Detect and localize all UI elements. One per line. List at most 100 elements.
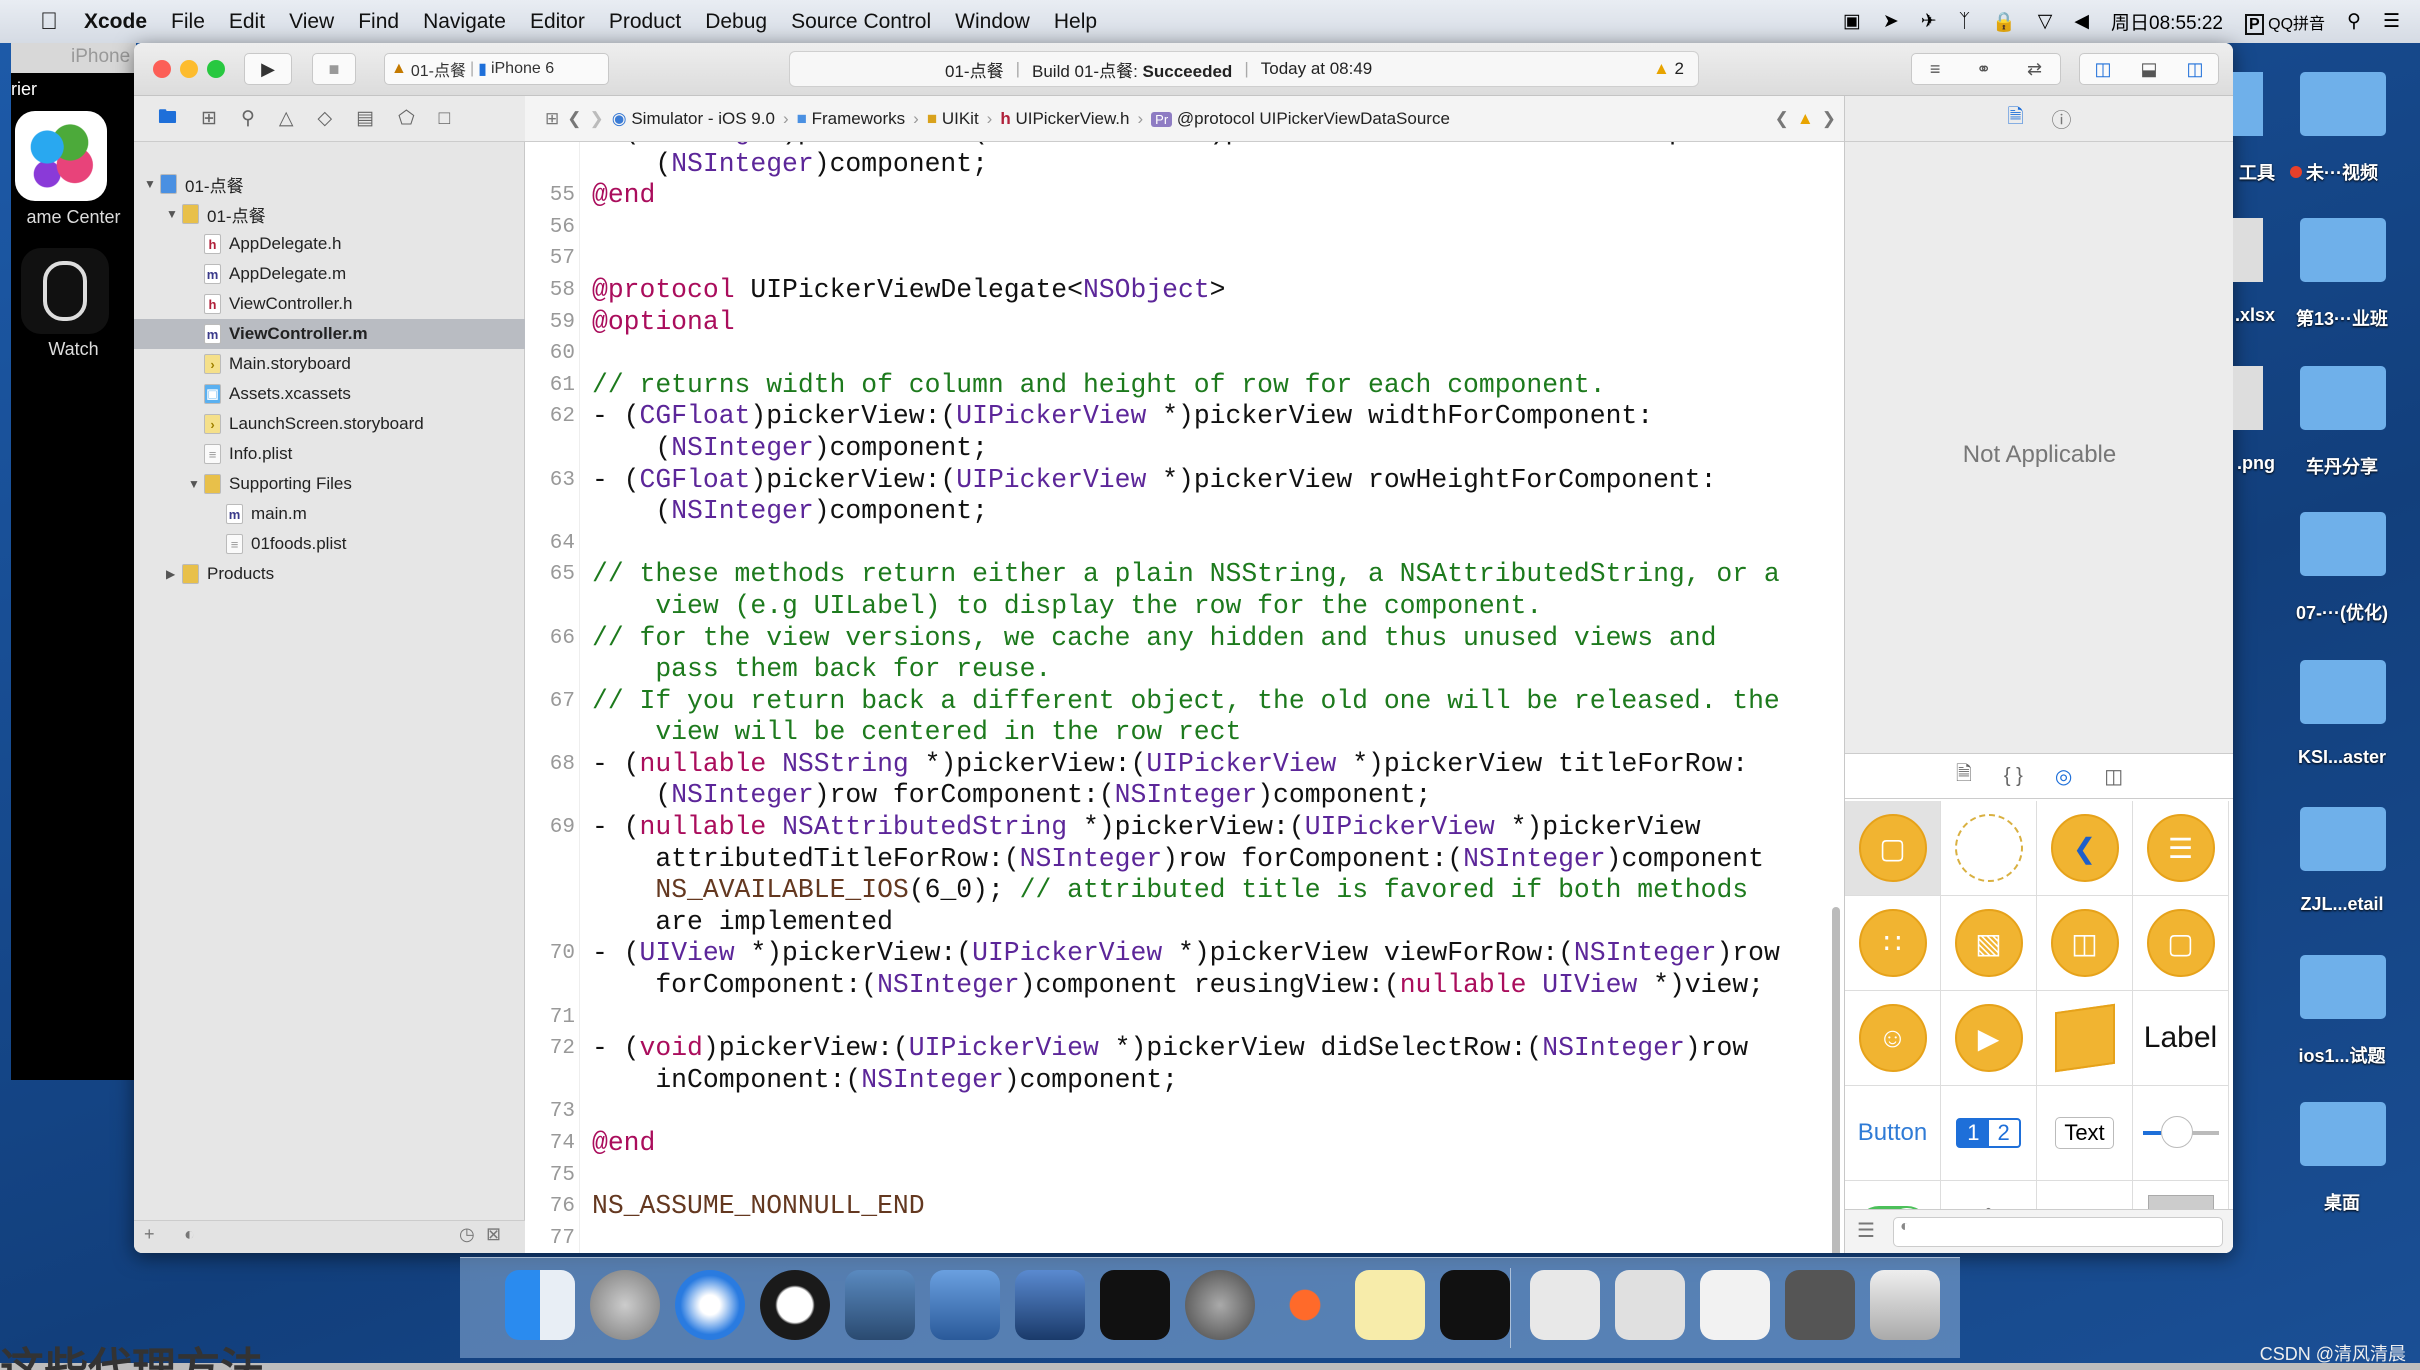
code-line[interactable]: 60: [525, 338, 1844, 370]
navigator-item[interactable]: m main.m: [134, 499, 525, 529]
next-issue-icon[interactable]: ❯: [1822, 109, 1836, 129]
code-line[interactable]: 62 - (CGFloat)pickerView:(UIPickerView *)…: [525, 401, 1844, 433]
library-item[interactable]: 12: [1941, 1086, 2037, 1181]
launchpad-icon[interactable]: [590, 1270, 660, 1340]
desktop-item-label[interactable]: 第13···业班: [2272, 305, 2412, 331]
bluetooth-icon[interactable]: ᛉ: [1959, 11, 1970, 33]
code-line[interactable]: view (e.g UILabel) to display the row fo…: [525, 591, 1844, 623]
issue-navigator-icon[interactable]: △: [279, 107, 294, 130]
library-item[interactable]: ☰: [2133, 801, 2229, 896]
jump-frameworks[interactable]: ■ Frameworks: [797, 109, 906, 129]
recent-files-icon[interactable]: ◷: [459, 1224, 475, 1245]
folder-icon[interactable]: [2300, 660, 2386, 724]
game-center-icon[interactable]: [15, 111, 107, 201]
navigator-item[interactable]: m AppDelegate.m: [134, 259, 525, 289]
debug-area-toggle-icon[interactable]: ⬓: [2140, 59, 2157, 80]
library-item[interactable]: ▢: [1845, 801, 1941, 896]
mouse-icon[interactable]: [760, 1270, 830, 1340]
safari-icon[interactable]: [675, 1270, 745, 1340]
notification-center-icon[interactable]: ☰: [2383, 10, 2400, 33]
code-line[interactable]: 61 // returns width of column and height …: [525, 370, 1844, 402]
system-preferences-icon[interactable]: [1185, 1270, 1255, 1340]
file-inspector-icon[interactable]: 🗎: [2007, 102, 2023, 136]
desktop-item-label[interactable]: KSI...aster: [2272, 747, 2412, 768]
plane-icon[interactable]: ✈: [1921, 10, 1937, 33]
utilities-toggle-icon[interactable]: ◫: [2186, 59, 2203, 80]
menu-debug[interactable]: Debug: [705, 10, 767, 34]
view-toggle-segment[interactable]: ◫ ⬓ ◫: [2079, 53, 2219, 85]
version-editor-icon[interactable]: ⇄: [2027, 59, 2042, 80]
spotlight-icon[interactable]: ⚲: [2347, 10, 2361, 33]
code-line[interactable]: 76 NS_ASSUME_NONNULL_END: [525, 1191, 1844, 1223]
code-line[interactable]: 56: [525, 212, 1844, 244]
wifi-icon[interactable]: ▽: [2038, 10, 2053, 33]
scm-filter-icon[interactable]: ⊠: [486, 1224, 501, 1245]
code-line[interactable]: (NSInteger)component;: [525, 433, 1844, 465]
notes-icon[interactable]: [1355, 1270, 1425, 1340]
list-view-icon[interactable]: ☰: [1857, 1218, 1875, 1243]
library-item[interactable]: □: [1941, 801, 2037, 896]
code-line[interactable]: NS_AVAILABLE_IOS(6_0); // attributed tit…: [525, 875, 1844, 907]
photo-booth-icon[interactable]: [845, 1270, 915, 1340]
desktop-item-label[interactable]: 07-···(优化): [2272, 599, 2412, 625]
library-item[interactable]: ▶: [1941, 991, 2037, 1086]
forward-button[interactable]: ❯: [590, 109, 604, 129]
jump-simulator[interactable]: ◉ Simulator - iOS 9.0: [612, 109, 775, 129]
trash-icon[interactable]: [1870, 1270, 1940, 1340]
code-line[interactable]: 64: [525, 528, 1844, 560]
find-navigator-icon[interactable]: ⚲: [241, 107, 255, 130]
desktop-item-label[interactable]: 未···视频: [2272, 159, 2412, 185]
clock[interactable]: 周日08:55:22: [2111, 8, 2223, 35]
navigator-item[interactable]: › LaunchScreen.storyboard: [134, 409, 525, 439]
menu-find[interactable]: Find: [358, 10, 399, 34]
folder-icon[interactable]: [2300, 1102, 2386, 1166]
code-line[interactable]: 68 - (nullable NSString *)pickerView:(UIP…: [525, 749, 1844, 781]
close-button[interactable]: [153, 60, 171, 78]
location-icon[interactable]: ➤: [1883, 10, 1899, 33]
navigator-item[interactable]: ≡ 01foods.plist: [134, 529, 525, 559]
library-item[interactable]: Label: [2133, 991, 2229, 1086]
menu-window[interactable]: Window: [955, 10, 1030, 34]
library-item[interactable]: Button: [1845, 1086, 1941, 1181]
terminal-icon[interactable]: [1100, 1270, 1170, 1340]
code-line[interactable]: 66 // for the view versions, we cache any…: [525, 623, 1844, 655]
folder-icon[interactable]: [2300, 955, 2386, 1019]
disclosure-open-icon[interactable]: ▼: [144, 177, 160, 191]
stack-2-icon[interactable]: [1615, 1270, 1685, 1340]
minimize-button[interactable]: [180, 60, 198, 78]
library-item[interactable]: Text: [2037, 1086, 2133, 1181]
warning-icon[interactable]: ▲: [1797, 109, 1814, 129]
disclosure-open-icon[interactable]: ▼: [166, 207, 182, 221]
apple-menu-icon[interactable]: : [40, 8, 58, 36]
library-item[interactable]: ▢: [2133, 896, 2229, 991]
input-method[interactable]: P QQ拼音: [2245, 10, 2325, 35]
code-line[interactable]: (NSInteger)component;: [525, 496, 1844, 528]
disclosure-open-icon[interactable]: ▼: [188, 477, 204, 491]
folder-icon[interactable]: [2300, 366, 2386, 430]
watch-icon[interactable]: [21, 248, 109, 334]
navigator-item[interactable]: ▶ Products: [134, 559, 525, 589]
zoom-button[interactable]: [207, 60, 225, 78]
scheme-selector[interactable]: ▲ 01-点餐 | ▮ iPhone 6: [384, 53, 609, 85]
code-line[interactable]: 70 - (UIView *)pickerView:(UIPickerView *…: [525, 938, 1844, 970]
console-icon[interactable]: [1440, 1270, 1510, 1340]
powerpoint-icon[interactable]: [1270, 1270, 1340, 1340]
jump-header[interactable]: h UIPickerView.h: [1000, 109, 1129, 129]
object-library-icon[interactable]: ◎: [2055, 764, 2072, 789]
code-line[interactable]: 57: [525, 243, 1844, 275]
instruments-icon[interactable]: [1015, 1270, 1085, 1340]
navigator-toggle-icon[interactable]: ◫: [2094, 59, 2111, 80]
debug-navigator-icon[interactable]: ▤: [356, 107, 374, 130]
folder-icon[interactable]: [2300, 807, 2386, 871]
code-line[interactable]: 72 - (void)pickerView:(UIPickerView *)pic…: [525, 1033, 1844, 1065]
menu-xcode[interactable]: Xcode: [84, 10, 147, 34]
desktop-item-label[interactable]: ios1...试题: [2272, 1042, 2412, 1068]
code-line[interactable]: - (NSInteger)pickerView:(UIPickerView *)…: [525, 142, 1844, 149]
navigator-item[interactable]: m ViewController.m: [134, 319, 525, 349]
code-line[interactable]: 77: [525, 1223, 1844, 1253]
navigator-item[interactable]: h AppDelegate.h: [134, 229, 525, 259]
media-library-icon[interactable]: ◫: [2104, 764, 2123, 789]
add-icon[interactable]: +: [144, 1224, 155, 1245]
desktop-item-label[interactable]: 桌面: [2272, 1189, 2412, 1215]
code-line[interactable]: 73: [525, 1096, 1844, 1128]
